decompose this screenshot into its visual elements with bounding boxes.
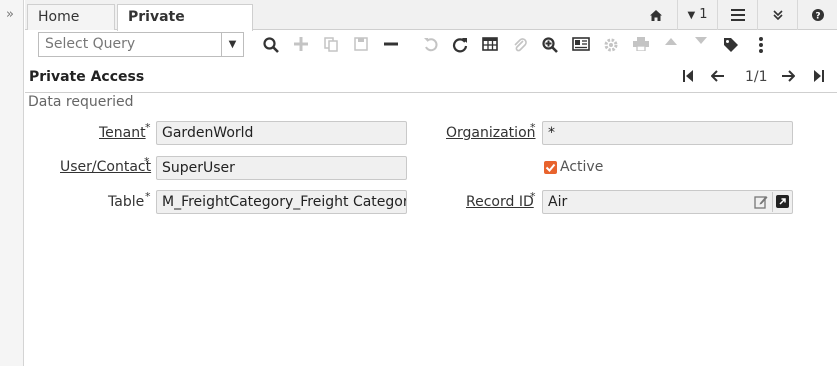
west-panel: »	[0, 0, 24, 366]
grid-toggle-icon[interactable]	[479, 34, 501, 56]
help-icon[interactable]: ?	[797, 0, 837, 30]
tenant-label-text: Tenant	[99, 125, 146, 141]
delete-record-icon[interactable]	[380, 34, 402, 56]
table-label-text: Table	[108, 194, 145, 210]
main-window: Home (14) Private Access ✖ ▼ 1 ?	[25, 0, 837, 366]
expand-panel-icon[interactable]: »	[6, 8, 14, 22]
record-position: 1/1	[745, 69, 768, 85]
open-record-icon[interactable]	[772, 192, 792, 212]
toolbar: Select Query ▼	[25, 31, 837, 61]
select-query-combo[interactable]: Select Query ▼	[38, 32, 244, 57]
page-title: Private Access	[29, 69, 145, 85]
detail-record-icon	[690, 34, 712, 56]
tenant-label: Tenant *	[99, 121, 151, 141]
save-icon	[350, 34, 372, 56]
svg-text:?: ?	[815, 12, 820, 22]
mandatory-marker: *	[144, 155, 150, 168]
caret-down-icon: ▼	[687, 10, 696, 21]
record-id-label: Record ID *	[466, 190, 536, 210]
select-query-placeholder: Select Query	[45, 36, 136, 52]
new-record-icon	[290, 34, 312, 56]
process-gear-icon	[600, 34, 622, 56]
report-icon[interactable]	[570, 34, 592, 56]
refresh-icon[interactable]	[449, 34, 471, 56]
record-id-label-text: Record ID	[466, 194, 534, 210]
parent-record-icon	[660, 34, 682, 56]
table-field[interactable]: M_FreightCategory_Freight Category	[156, 190, 407, 214]
collapse-icon[interactable]	[757, 0, 797, 30]
tenant-field[interactable]: GardenWorld	[156, 121, 407, 145]
attachment-icon	[509, 34, 531, 56]
previous-record-icon[interactable]	[710, 70, 724, 86]
organization-field[interactable]: *	[542, 121, 793, 145]
mandatory-marker: *	[145, 190, 151, 203]
zoom-across-icon[interactable]	[539, 34, 561, 56]
mandatory-marker: *	[530, 190, 536, 203]
tab-bar: Home (14) Private Access ✖ ▼ 1 ?	[25, 0, 837, 49]
record-id-value: Air	[548, 194, 568, 210]
print-icon	[630, 34, 652, 56]
search-icon[interactable]	[260, 34, 282, 56]
edit-record-icon[interactable]	[751, 192, 771, 212]
copy-record-icon	[320, 34, 342, 56]
record-id-field[interactable]: Air	[542, 190, 793, 214]
record-title-bar: Private Access 1/1	[25, 62, 837, 93]
query-dropdown-icon[interactable]: ▼	[221, 33, 243, 56]
last-record-icon[interactable]	[814, 70, 824, 86]
next-record-icon[interactable]	[782, 70, 796, 86]
tab-private-access[interactable]: Private Access ✖	[117, 4, 253, 49]
status-message: Data requeried	[28, 94, 134, 110]
organization-label-text: Organization	[446, 125, 536, 141]
organization-label: Organization *	[446, 121, 536, 141]
active-checkbox[interactable]	[544, 161, 557, 174]
menu-icon[interactable]	[717, 0, 757, 30]
mandatory-marker: *	[145, 121, 151, 134]
tab-tools: ▼ 1 ?	[635, 0, 837, 30]
table-label: Table *	[108, 190, 151, 210]
mandatory-marker: *	[530, 121, 536, 134]
tab-home[interactable]: Home (14)	[27, 4, 115, 49]
first-record-icon[interactable]	[683, 70, 693, 86]
undo-icon	[419, 34, 441, 56]
active-label: Active	[560, 159, 604, 175]
window-list-button[interactable]: ▼ 1	[677, 0, 717, 30]
more-options-icon[interactable]	[750, 34, 772, 56]
tag-icon[interactable]	[720, 34, 742, 56]
window-count: 1	[699, 7, 708, 22]
user-contact-label: User/Contact *	[60, 155, 152, 175]
home-icon[interactable]	[635, 0, 677, 30]
user-contact-field[interactable]: SuperUser	[156, 156, 407, 180]
user-contact-label-text: User/Contact	[60, 159, 152, 175]
